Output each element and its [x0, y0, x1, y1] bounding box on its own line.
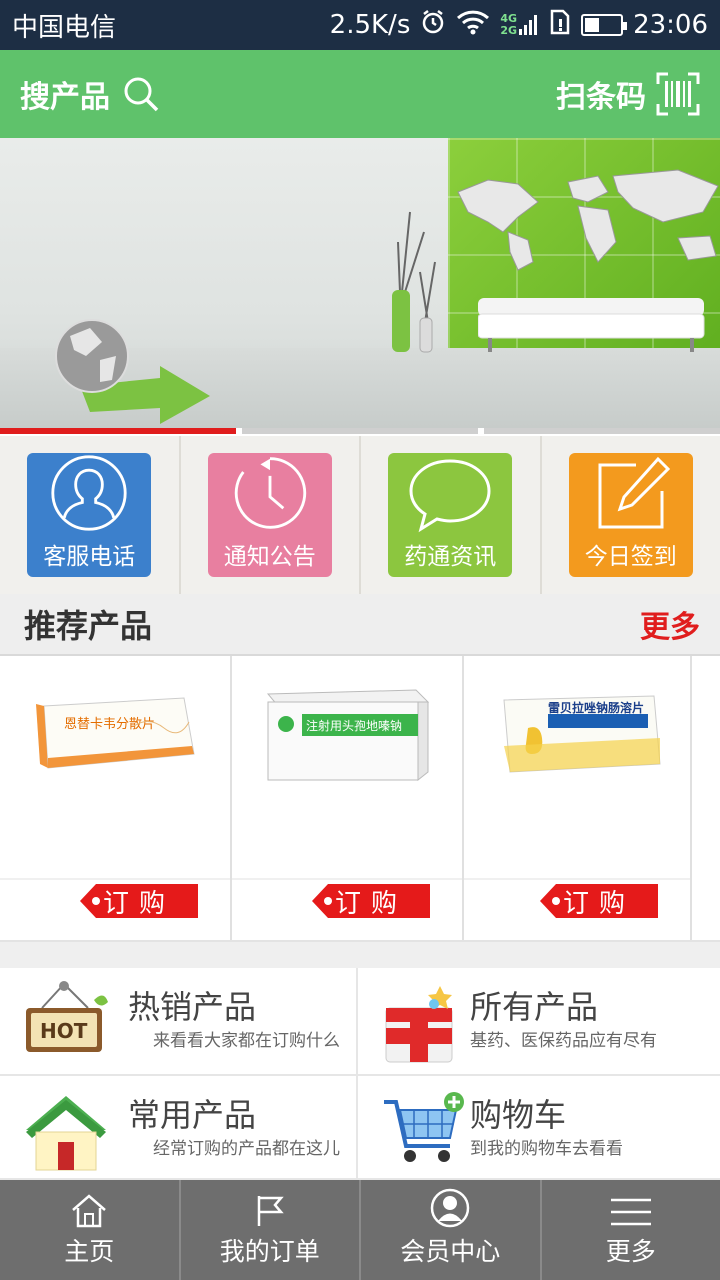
category-name: 所有产品 — [470, 988, 599, 1026]
nav-label: 我的订单 — [219, 1237, 320, 1266]
tile-label: 今日签到 — [584, 544, 677, 570]
tile-label: 药通资讯 — [404, 544, 497, 570]
nav-member-center[interactable]: 会员中心 — [361, 1180, 542, 1280]
medical-kit-icon — [385, 986, 453, 1063]
nav-label: 会员中心 — [400, 1237, 501, 1266]
category-desc: 基药、医保药品应有尽有 — [470, 1031, 657, 1051]
category-name: 热销产品 — [128, 988, 257, 1026]
member-icon — [431, 1188, 470, 1228]
search-product-button[interactable]: 搜产品 — [20, 72, 160, 116]
scan-label: 扫条码 — [556, 80, 646, 115]
sofa-decoration — [478, 298, 705, 352]
nav-home[interactable]: 主页 — [0, 1180, 181, 1280]
hot-sign-text: HOT — [40, 1019, 88, 1043]
clock-icon — [234, 457, 306, 529]
clock-time: 23:06 — [633, 10, 708, 40]
cart-icon — [384, 1092, 464, 1162]
carrier-name: 中国电信 — [12, 12, 117, 43]
tile-label: 通知公告 — [223, 544, 316, 570]
more-link[interactable]: 更多 — [640, 602, 700, 646]
tile-notice[interactable]: 通知公告 — [181, 436, 361, 594]
category-all-products[interactable]: 所有产品 基药、医保药品应有尽有 — [358, 968, 720, 1076]
recommended-products: 恩替卡韦分散片 订购 注射用头孢地嗪钠 订购 雷贝拉唑钠肠溶片 订购 — [0, 656, 720, 942]
nav-label: 主页 — [64, 1237, 115, 1266]
product-image: 雷贝拉唑钠肠溶片 — [503, 695, 661, 773]
barcode-icon — [656, 72, 700, 116]
banner-indicator — [0, 428, 720, 436]
category-name: 常用产品 — [128, 1096, 257, 1134]
alarm-icon — [420, 9, 446, 42]
nav-more[interactable]: 更多 — [542, 1180, 720, 1280]
category-desc: 来看看大家都在订购什么 — [153, 1031, 340, 1051]
section-title: 推荐产品 — [24, 607, 153, 645]
top-header: 搜产品 扫条码 — [0, 50, 720, 138]
product-card[interactable]: 雷贝拉唑钠肠溶片 订购 — [464, 656, 692, 940]
tile-customer-service[interactable]: 客服电话 — [0, 436, 181, 594]
globe-decoration — [55, 319, 210, 424]
category-desc: 经常订购的产品都在这儿 — [153, 1139, 340, 1159]
product-name: 恩替卡韦分散片 — [64, 717, 155, 732]
product-card[interactable]: 恩替卡韦分散片 订购 — [0, 656, 232, 940]
wifi-icon — [456, 9, 490, 42]
category-shopping-cart[interactable]: 购物车 到我的购物车去看看 — [358, 1076, 720, 1180]
hot-sign-icon: HOT — [26, 981, 108, 1052]
search-label: 搜产品 — [20, 80, 110, 115]
product-name: 雷贝拉唑钠肠溶片 — [548, 700, 644, 715]
banner-dot-1[interactable] — [0, 428, 236, 434]
tile-news[interactable]: 药通资讯 — [361, 436, 542, 594]
net-speed: 2.5K/s — [329, 10, 411, 40]
vase-decoration — [392, 211, 436, 353]
world-map-decoration — [457, 169, 719, 271]
edit-icon — [598, 456, 670, 529]
product-card[interactable]: 注射用头孢地嗪钠 订购 — [232, 656, 464, 940]
category-desc: 到我的购物车去看看 — [470, 1139, 623, 1159]
search-icon — [124, 77, 159, 112]
user-icon — [51, 455, 127, 531]
order-button[interactable]: 订购 — [80, 884, 198, 918]
product-image: 恩替卡韦分散片 — [36, 697, 195, 769]
category-name: 购物车 — [470, 1096, 567, 1134]
recommended-header: 推荐产品 更多 — [0, 594, 720, 656]
order-button[interactable]: 订购 — [312, 884, 430, 918]
scan-barcode-button[interactable]: 扫条码 — [556, 72, 700, 116]
sim-icon — [549, 9, 571, 42]
status-bar: 中国电信 2.5K/s 4G 2G 23:06 — [0, 0, 720, 50]
promo-banner[interactable] — [0, 138, 720, 428]
order-button[interactable]: 订购 — [540, 884, 658, 918]
category-common-products[interactable]: 常用产品 经常订购的产品都在这儿 — [0, 1076, 358, 1180]
nav-label: 更多 — [605, 1237, 656, 1266]
signal-icon: 4G 2G — [500, 13, 539, 37]
bottom-navigation: 主页 我的订单 会员中心 更多 — [0, 1180, 720, 1280]
banner-dot-3[interactable] — [484, 428, 720, 434]
home-icon — [72, 1194, 107, 1228]
category-grid: HOT 热销产品 来看看大家都在订购什么 所有产品 基药、医保药品应有尽有 常用… — [0, 968, 720, 1180]
banner-dot-2[interactable] — [242, 428, 478, 434]
house-icon — [26, 1096, 106, 1171]
nav-my-orders[interactable]: 我的订单 — [181, 1180, 361, 1280]
net-type-2g: 2G — [500, 24, 518, 37]
battery-icon — [581, 14, 628, 36]
flag-icon — [257, 1196, 284, 1226]
chat-icon — [409, 459, 491, 533]
category-hot-products[interactable]: HOT 热销产品 来看看大家都在订购什么 — [0, 968, 358, 1076]
menu-icon — [610, 1198, 651, 1226]
tile-checkin[interactable]: 今日签到 — [542, 436, 720, 594]
quick-actions: 客服电话 通知公告 药通资讯 今日签到 — [0, 436, 720, 594]
product-image: 注射用头孢地嗪钠 — [266, 689, 430, 782]
tile-label: 客服电话 — [43, 544, 136, 570]
product-name: 注射用头孢地嗪钠 — [306, 718, 402, 733]
